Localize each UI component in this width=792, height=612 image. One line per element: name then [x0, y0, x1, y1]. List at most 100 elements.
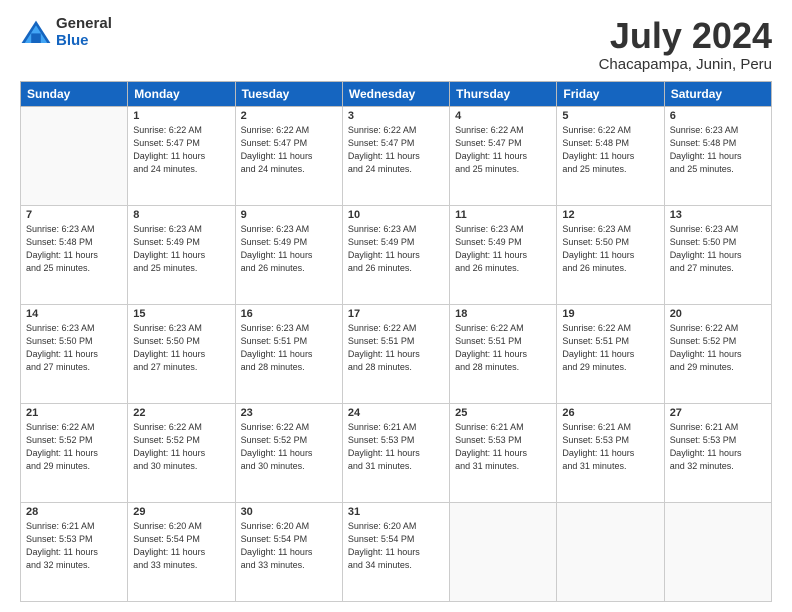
day-number: 31: [348, 506, 444, 518]
page: General Blue July 2024 Chacapampa, Junin…: [0, 0, 792, 612]
calendar-header-sunday: Sunday: [21, 81, 128, 106]
day-info: Sunrise: 6:23 AM Sunset: 5:49 PM Dayligh…: [133, 223, 229, 275]
calendar-cell: 29 Sunrise: 6:20 AM Sunset: 5:54 PM Dayli…: [128, 502, 235, 601]
day-number: 6: [670, 110, 766, 122]
calendar-cell: 2Sunrise: 6:22 AM Sunset: 5:47 PM Daylig…: [235, 106, 342, 205]
calendar-cell: 8 Sunrise: 6:23 AM Sunset: 5:49 PM Daylig…: [128, 205, 235, 304]
day-number: 1: [133, 110, 229, 122]
logo-general: General: [56, 16, 112, 33]
day-number: 23: [241, 407, 337, 419]
day-number: 10: [348, 209, 444, 221]
day-info: Sunrise: 6:20 AM Sunset: 5:54 PM Dayligh…: [133, 520, 229, 572]
calendar-cell: 28Sunrise: 6:21 AM Sunset: 5:53 PM Dayli…: [21, 502, 128, 601]
day-number: 25: [455, 407, 551, 419]
day-info: Sunrise: 6:22 AM Sunset: 5:52 PM Dayligh…: [670, 322, 766, 374]
day-number: 26: [562, 407, 658, 419]
subtitle: Chacapampa, Junin, Peru: [599, 56, 772, 73]
calendar-cell: 16 Sunrise: 6:23 AM Sunset: 5:51 PM Dayli…: [235, 304, 342, 403]
logo-blue: Blue: [56, 33, 112, 50]
day-number: 30: [241, 506, 337, 518]
calendar-cell: 7 Sunrise: 6:23 AM Sunset: 5:48 PM Daylig…: [21, 205, 128, 304]
calendar-cell: 23 Sunrise: 6:22 AM Sunset: 5:52 PM Dayli…: [235, 403, 342, 502]
day-number: 17: [348, 308, 444, 320]
calendar-cell: 6Sunrise: 6:23 AM Sunset: 5:48 PM Daylig…: [664, 106, 771, 205]
day-info: Sunrise: 6:22 AM Sunset: 5:47 PM Dayligh…: [133, 124, 229, 176]
day-number: 13: [670, 209, 766, 221]
day-info: Sunrise: 6:22 AM Sunset: 5:52 PM Dayligh…: [133, 421, 229, 473]
header: General Blue July 2024 Chacapampa, Junin…: [20, 16, 772, 73]
day-info: Sunrise: 6:23 AM Sunset: 5:50 PM Dayligh…: [562, 223, 658, 275]
day-info: Sunrise: 6:23 AM Sunset: 5:51 PM Dayligh…: [241, 322, 337, 374]
calendar-cell: 14 Sunrise: 6:23 AM Sunset: 5:50 PM Dayli…: [21, 304, 128, 403]
day-number: 8: [133, 209, 229, 221]
day-number: 15: [133, 308, 229, 320]
calendar-cell: 21Sunrise: 6:22 AM Sunset: 5:52 PM Dayli…: [21, 403, 128, 502]
calendar-cell: 10 Sunrise: 6:23 AM Sunset: 5:49 PM Dayli…: [342, 205, 449, 304]
calendar-cell: 11Sunrise: 6:23 AM Sunset: 5:49 PM Dayli…: [450, 205, 557, 304]
calendar-header-row: SundayMondayTuesdayWednesdayThursdayFrid…: [21, 81, 772, 106]
day-number: 20: [670, 308, 766, 320]
calendar-cell: [664, 502, 771, 601]
day-number: 2: [241, 110, 337, 122]
calendar-cell: 27Sunrise: 6:21 AM Sunset: 5:53 PM Dayli…: [664, 403, 771, 502]
week-row-5: 28Sunrise: 6:21 AM Sunset: 5:53 PM Dayli…: [21, 502, 772, 601]
logo-icon: [20, 19, 52, 47]
day-info: Sunrise: 6:23 AM Sunset: 5:50 PM Dayligh…: [133, 322, 229, 374]
day-number: 24: [348, 407, 444, 419]
day-info: Sunrise: 6:21 AM Sunset: 5:53 PM Dayligh…: [26, 520, 122, 572]
calendar-cell: 13 Sunrise: 6:23 AM Sunset: 5:50 PM Dayli…: [664, 205, 771, 304]
day-number: 5: [562, 110, 658, 122]
calendar-header-saturday: Saturday: [664, 81, 771, 106]
calendar-cell: [21, 106, 128, 205]
day-info: Sunrise: 6:21 AM Sunset: 5:53 PM Dayligh…: [348, 421, 444, 473]
calendar-cell: 17 Sunrise: 6:22 AM Sunset: 5:51 PM Dayli…: [342, 304, 449, 403]
day-info: Sunrise: 6:23 AM Sunset: 5:49 PM Dayligh…: [348, 223, 444, 275]
day-info: Sunrise: 6:22 AM Sunset: 5:51 PM Dayligh…: [348, 322, 444, 374]
logo: General Blue: [20, 16, 112, 49]
day-info: Sunrise: 6:23 AM Sunset: 5:49 PM Dayligh…: [241, 223, 337, 275]
calendar-cell: 4Sunrise: 6:22 AM Sunset: 5:47 PM Daylig…: [450, 106, 557, 205]
day-number: 27: [670, 407, 766, 419]
day-number: 29: [133, 506, 229, 518]
calendar-cell: 5Sunrise: 6:22 AM Sunset: 5:48 PM Daylig…: [557, 106, 664, 205]
day-number: 3: [348, 110, 444, 122]
day-info: Sunrise: 6:22 AM Sunset: 5:47 PM Dayligh…: [455, 124, 551, 176]
day-number: 12: [562, 209, 658, 221]
day-info: Sunrise: 6:23 AM Sunset: 5:48 PM Dayligh…: [26, 223, 122, 275]
day-info: Sunrise: 6:21 AM Sunset: 5:53 PM Dayligh…: [455, 421, 551, 473]
day-info: Sunrise: 6:23 AM Sunset: 5:50 PM Dayligh…: [26, 322, 122, 374]
calendar-cell: 31Sunrise: 6:20 AM Sunset: 5:54 PM Dayli…: [342, 502, 449, 601]
day-info: Sunrise: 6:22 AM Sunset: 5:47 PM Dayligh…: [348, 124, 444, 176]
day-number: 9: [241, 209, 337, 221]
day-number: 16: [241, 308, 337, 320]
day-number: 18: [455, 308, 551, 320]
week-row-1: 1 Sunrise: 6:22 AM Sunset: 5:47 PM Daylig…: [21, 106, 772, 205]
calendar-header-wednesday: Wednesday: [342, 81, 449, 106]
calendar-header-tuesday: Tuesday: [235, 81, 342, 106]
day-info: Sunrise: 6:23 AM Sunset: 5:49 PM Dayligh…: [455, 223, 551, 275]
week-row-3: 14 Sunrise: 6:23 AM Sunset: 5:50 PM Dayli…: [21, 304, 772, 403]
calendar-cell: 9 Sunrise: 6:23 AM Sunset: 5:49 PM Daylig…: [235, 205, 342, 304]
calendar-cell: [450, 502, 557, 601]
calendar: SundayMondayTuesdayWednesdayThursdayFrid…: [20, 81, 772, 602]
calendar-cell: 18Sunrise: 6:22 AM Sunset: 5:51 PM Dayli…: [450, 304, 557, 403]
day-info: Sunrise: 6:22 AM Sunset: 5:52 PM Dayligh…: [241, 421, 337, 473]
calendar-cell: 1 Sunrise: 6:22 AM Sunset: 5:47 PM Daylig…: [128, 106, 235, 205]
day-info: Sunrise: 6:22 AM Sunset: 5:51 PM Dayligh…: [562, 322, 658, 374]
week-row-2: 7 Sunrise: 6:23 AM Sunset: 5:48 PM Daylig…: [21, 205, 772, 304]
day-number: 14: [26, 308, 122, 320]
calendar-header-thursday: Thursday: [450, 81, 557, 106]
main-title: July 2024: [599, 16, 772, 56]
week-row-4: 21Sunrise: 6:22 AM Sunset: 5:52 PM Dayli…: [21, 403, 772, 502]
day-number: 22: [133, 407, 229, 419]
day-info: Sunrise: 6:23 AM Sunset: 5:50 PM Dayligh…: [670, 223, 766, 275]
calendar-cell: 25 Sunrise: 6:21 AM Sunset: 5:53 PM Dayli…: [450, 403, 557, 502]
day-number: 7: [26, 209, 122, 221]
calendar-cell: [557, 502, 664, 601]
logo-text: General Blue: [56, 16, 112, 49]
calendar-cell: 12 Sunrise: 6:23 AM Sunset: 5:50 PM Dayli…: [557, 205, 664, 304]
calendar-cell: 15 Sunrise: 6:23 AM Sunset: 5:50 PM Dayli…: [128, 304, 235, 403]
day-info: Sunrise: 6:22 AM Sunset: 5:52 PM Dayligh…: [26, 421, 122, 473]
calendar-cell: 22 Sunrise: 6:22 AM Sunset: 5:52 PM Dayli…: [128, 403, 235, 502]
calendar-cell: 19Sunrise: 6:22 AM Sunset: 5:51 PM Dayli…: [557, 304, 664, 403]
